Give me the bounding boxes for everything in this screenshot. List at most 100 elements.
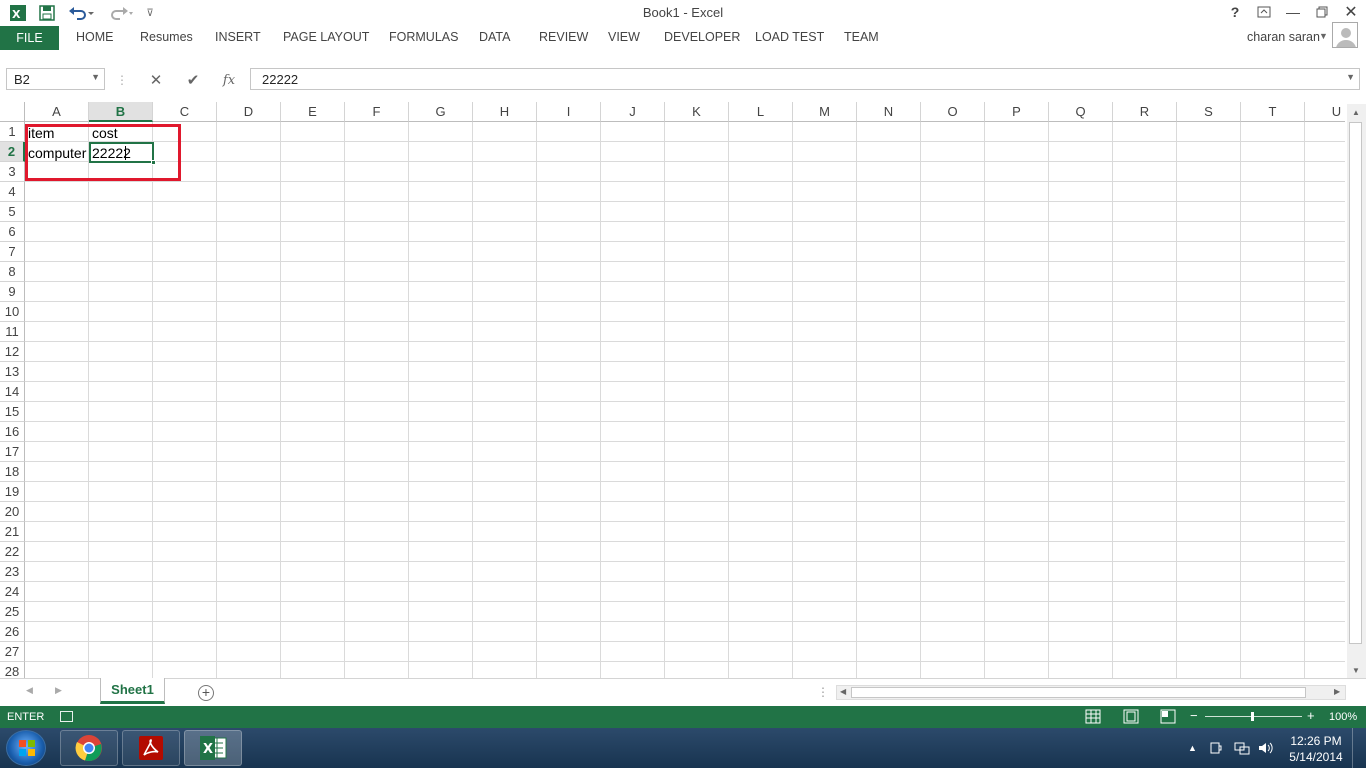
row-header-28[interactable]: 28: [0, 662, 25, 678]
tab-team[interactable]: TEAM: [844, 30, 879, 44]
name-box[interactable]: B2 ▼: [6, 68, 105, 90]
row-header-11[interactable]: 11: [0, 322, 25, 342]
row-header-22[interactable]: 22: [0, 542, 25, 562]
row-header-25[interactable]: 25: [0, 602, 25, 622]
select-all-corner[interactable]: [0, 102, 25, 122]
add-sheet-icon[interactable]: +: [198, 685, 214, 701]
row-header-14[interactable]: 14: [0, 382, 25, 402]
windows-start-icon[interactable]: [6, 730, 46, 766]
row-header-26[interactable]: 26: [0, 622, 25, 642]
tab-view[interactable]: VIEW: [608, 30, 640, 44]
confirm-entry-icon[interactable]: ✔: [180, 69, 206, 91]
row-header-23[interactable]: 23: [0, 562, 25, 582]
horizontal-scroll-thumb[interactable]: [851, 687, 1306, 698]
column-header-a[interactable]: A: [25, 102, 89, 122]
column-header-c[interactable]: C: [153, 102, 217, 122]
row-header-24[interactable]: 24: [0, 582, 25, 602]
sheet-tab-sheet1[interactable]: Sheet1: [100, 678, 165, 704]
formula-input[interactable]: 22222 ▼: [250, 68, 1360, 90]
column-header-p[interactable]: P: [985, 102, 1049, 122]
row-header-13[interactable]: 13: [0, 362, 25, 382]
insert-function-icon[interactable]: fx: [216, 69, 242, 91]
prev-sheet-icon[interactable]: ◀: [26, 685, 33, 696]
tab-formulas[interactable]: FORMULAS: [389, 30, 458, 44]
vertical-scroll-thumb[interactable]: [1349, 122, 1362, 644]
row-header-8[interactable]: 8: [0, 262, 25, 282]
zoom-slider-thumb[interactable]: [1251, 712, 1254, 721]
system-clock[interactable]: 12:26 PM 5/14/2014: [1284, 733, 1348, 765]
expand-formula-bar-icon[interactable]: ▼: [1346, 72, 1355, 82]
help-icon[interactable]: ?: [1221, 2, 1249, 22]
tab-home[interactable]: HOME: [76, 30, 114, 44]
tab-split-handle-icon[interactable]: ⋮: [817, 685, 829, 699]
horizontal-scrollbar[interactable]: ◀ ▶: [836, 685, 1346, 700]
row-header-20[interactable]: 20: [0, 502, 25, 522]
zoom-in-icon[interactable]: +: [1307, 708, 1315, 723]
row-header-7[interactable]: 7: [0, 242, 25, 262]
column-header-t[interactable]: T: [1241, 102, 1305, 122]
tab-data[interactable]: DATA: [479, 30, 510, 44]
column-header-u[interactable]: U: [1305, 102, 1345, 122]
scroll-right-icon[interactable]: ▶: [1334, 687, 1340, 696]
account-dropdown-icon[interactable]: ▼: [1319, 31, 1328, 41]
tab-insert[interactable]: INSERT: [215, 30, 261, 44]
column-header-g[interactable]: G: [409, 102, 473, 122]
tab-page-layout[interactable]: PAGE LAYOUT: [283, 30, 369, 44]
column-header-s[interactable]: S: [1177, 102, 1241, 122]
show-desktop-button[interactable]: [1352, 728, 1366, 768]
zoom-out-icon[interactable]: −: [1190, 708, 1198, 723]
row-header-1[interactable]: 1: [0, 122, 25, 142]
column-header-r[interactable]: R: [1113, 102, 1177, 122]
column-header-i[interactable]: I: [537, 102, 601, 122]
action-center-icon[interactable]: [1209, 741, 1223, 758]
row-header-2[interactable]: 2: [0, 142, 25, 162]
restore-icon[interactable]: [1308, 2, 1336, 22]
column-header-n[interactable]: N: [857, 102, 921, 122]
column-header-h[interactable]: H: [473, 102, 537, 122]
row-header-17[interactable]: 17: [0, 442, 25, 462]
volume-icon[interactable]: [1258, 741, 1274, 758]
taskbar-acrobat-icon[interactable]: [122, 730, 180, 766]
column-header-d[interactable]: D: [217, 102, 281, 122]
column-header-o[interactable]: O: [921, 102, 985, 122]
row-header-10[interactable]: 10: [0, 302, 25, 322]
taskbar-excel-icon[interactable]: X: [184, 730, 242, 766]
formula-bar-splitter-icon[interactable]: ⋮: [116, 69, 128, 91]
column-header-e[interactable]: E: [281, 102, 345, 122]
row-header-9[interactable]: 9: [0, 282, 25, 302]
worksheet-grid[interactable]: ABCDEFGHIJKLMNOPQRSTU 1 2 3 4 5 6 7 8 9 10 11 12 13 1…: [0, 102, 1345, 678]
next-sheet-icon[interactable]: ▶: [55, 685, 62, 696]
column-header-k[interactable]: K: [665, 102, 729, 122]
page-break-preview-icon[interactable]: [1160, 709, 1176, 727]
row-header-6[interactable]: 6: [0, 222, 25, 242]
scroll-down-icon[interactable]: ▼: [1352, 666, 1360, 675]
zoom-percent[interactable]: 100%: [1329, 711, 1357, 723]
row-header-27[interactable]: 27: [0, 642, 25, 662]
macro-record-icon[interactable]: [60, 711, 73, 722]
row-header-5[interactable]: 5: [0, 202, 25, 222]
tab-developer[interactable]: DEVELOPER: [664, 30, 740, 44]
user-account-name[interactable]: charan saran: [1247, 30, 1320, 44]
column-header-m[interactable]: M: [793, 102, 857, 122]
column-header-j[interactable]: J: [601, 102, 665, 122]
avatar[interactable]: [1332, 22, 1358, 48]
scroll-left-icon[interactable]: ◀: [840, 687, 846, 696]
row-header-19[interactable]: 19: [0, 482, 25, 502]
column-header-q[interactable]: Q: [1049, 102, 1113, 122]
close-icon[interactable]: ✕: [1337, 2, 1365, 22]
row-header-12[interactable]: 12: [0, 342, 25, 362]
row-header-3[interactable]: 3: [0, 162, 25, 182]
name-box-dropdown-icon[interactable]: ▼: [91, 72, 100, 82]
tab-load-test[interactable]: LOAD TEST: [755, 30, 824, 44]
tab-resumes[interactable]: Resumes: [140, 30, 193, 44]
column-header-b[interactable]: B: [89, 102, 153, 122]
network-icon[interactable]: [1234, 741, 1250, 758]
row-header-21[interactable]: 21: [0, 522, 25, 542]
tab-review[interactable]: REVIEW: [539, 30, 588, 44]
minimize-icon[interactable]: —: [1279, 2, 1307, 22]
page-layout-view-icon[interactable]: [1123, 709, 1139, 727]
column-header-f[interactable]: F: [345, 102, 409, 122]
taskbar-chrome-icon[interactable]: [60, 730, 118, 766]
row-header-18[interactable]: 18: [0, 462, 25, 482]
ribbon-display-options-icon[interactable]: [1250, 2, 1278, 22]
